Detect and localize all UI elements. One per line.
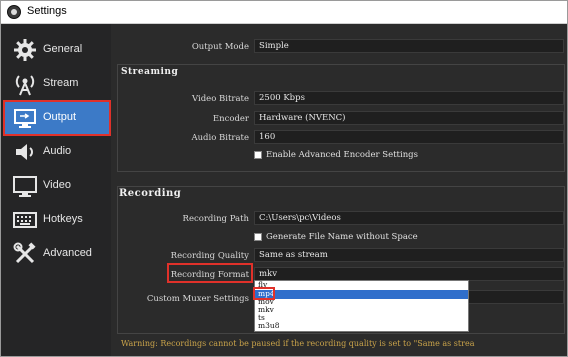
video-bitrate-input[interactable]: 2500 Kbps bbox=[254, 91, 564, 105]
monitor-output-icon bbox=[14, 109, 36, 128]
broadcast-antenna-icon bbox=[15, 75, 35, 96]
sidebar-item-advanced[interactable]: Advanced bbox=[5, 238, 109, 270]
streaming-section-title: Streaming bbox=[121, 67, 179, 77]
title-bar: Settings bbox=[1, 1, 567, 24]
sidebar-item-general[interactable]: General bbox=[5, 34, 109, 66]
recording-section-title: Recording bbox=[119, 188, 182, 199]
sidebar-item-label: Video bbox=[43, 179, 71, 191]
format-option-flv[interactable]: flv bbox=[255, 280, 468, 290]
sidebar-item-hotkeys[interactable]: Hotkeys bbox=[5, 204, 109, 236]
recording-quality-label: Recording Quality bbox=[170, 251, 249, 261]
mp4-option-highlight bbox=[253, 287, 275, 300]
no-space-label: Generate File Name without Space bbox=[266, 232, 418, 242]
output-mode-select[interactable]: Simple bbox=[254, 39, 564, 53]
gear-icon bbox=[14, 39, 36, 61]
audio-bitrate-label: Audio Bitrate bbox=[191, 133, 249, 143]
format-option-m3u8[interactable]: m3u8 bbox=[255, 321, 468, 331]
recording-path-input[interactable]: C:\Users\pc\Videos bbox=[254, 211, 564, 225]
encoder-label: Encoder bbox=[212, 114, 249, 124]
sidebar-item-label: Audio bbox=[43, 145, 72, 157]
sidebar-item-label: Advanced bbox=[43, 247, 92, 259]
recording-quality-select[interactable]: Same as stream bbox=[254, 248, 564, 262]
audio-bitrate-select[interactable]: 160 bbox=[254, 130, 564, 144]
recording-path-label: Recording Path bbox=[182, 214, 249, 224]
sidebar-item-audio[interactable]: Audio bbox=[5, 136, 109, 168]
sidebar-item-stream[interactable]: Stream bbox=[5, 68, 109, 100]
encoder-select[interactable]: Hardware (NVENC) bbox=[254, 111, 564, 125]
sidebar-item-label: Stream bbox=[43, 77, 79, 89]
recording-format-dropdown[interactable]: flv mp4 mov mkv ts m3u8 bbox=[254, 280, 469, 332]
recording-format-highlight bbox=[167, 263, 253, 283]
custom-muxer-label: Custom Muxer Settings bbox=[146, 294, 249, 304]
display-icon bbox=[13, 176, 37, 197]
sidebar-item-label: Hotkeys bbox=[43, 213, 83, 225]
output-mode-label: Output Mode bbox=[191, 42, 249, 52]
recording-format-select[interactable]: mkv bbox=[254, 267, 564, 281]
sidebar-item-video[interactable]: Video bbox=[5, 170, 109, 202]
no-space-checkbox[interactable] bbox=[254, 233, 262, 241]
settings-window: Settings General Stream Output Audio Vid… bbox=[0, 0, 568, 357]
sidebar-item-label: General bbox=[43, 43, 83, 55]
sidebar-item-output[interactable]: Output bbox=[3, 100, 111, 136]
advanced-encoder-label: Enable Advanced Encoder Settings bbox=[266, 150, 418, 160]
sidebar-item-label: Output bbox=[43, 111, 77, 123]
recording-warning-text: Warning: Recordings cannot be paused if … bbox=[121, 339, 475, 348]
settings-sidebar: General Stream Output Audio Video Hotkey… bbox=[1, 24, 111, 356]
obs-app-icon bbox=[7, 5, 21, 19]
speaker-icon bbox=[16, 144, 33, 160]
wrench-screwdriver-icon bbox=[13, 242, 36, 264]
keyboard-icon bbox=[13, 212, 37, 228]
video-bitrate-label: Video Bitrate bbox=[192, 94, 249, 104]
advanced-encoder-checkbox[interactable] bbox=[254, 151, 262, 159]
window-title: Settings bbox=[27, 5, 67, 17]
